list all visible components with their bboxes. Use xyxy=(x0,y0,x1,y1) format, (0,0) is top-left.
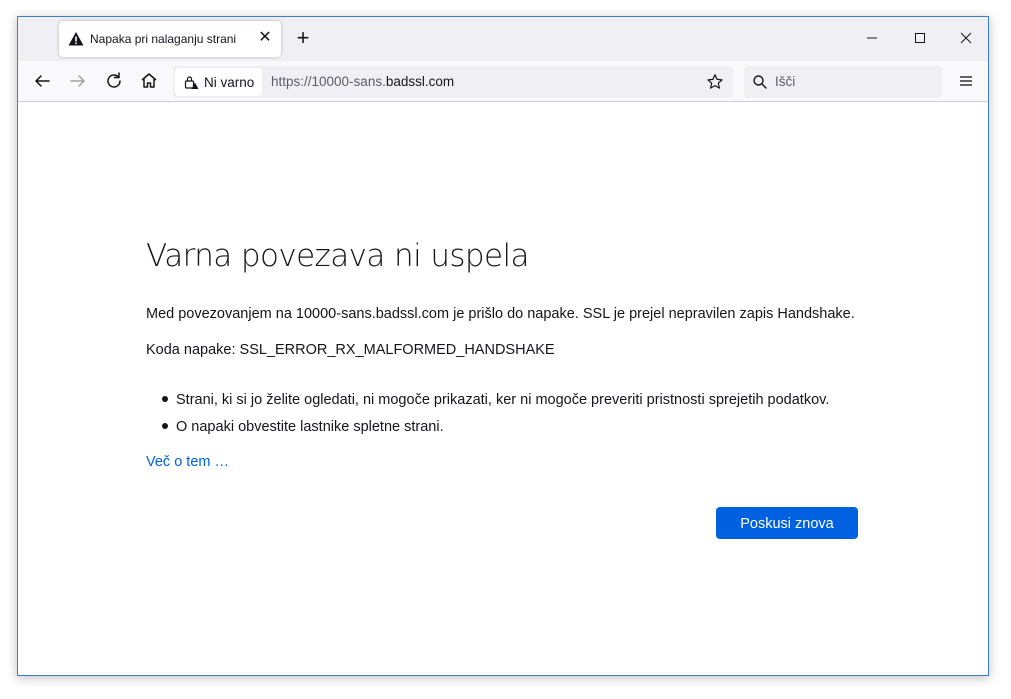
home-icon[interactable] xyxy=(137,69,161,93)
warning-icon xyxy=(68,32,84,46)
bullet-icon xyxy=(162,423,168,430)
url-host: badssl.com xyxy=(385,74,455,89)
forward-arrow-icon[interactable] xyxy=(66,69,90,93)
learn-more-link[interactable]: Več o tem … xyxy=(146,454,229,470)
search-placeholder: Išči xyxy=(775,74,796,89)
site-identity-button[interactable]: Ni varno xyxy=(175,68,262,96)
back-arrow-icon[interactable] xyxy=(30,69,54,93)
tab-strip: Napaka pri nalaganju strani ✕ + xyxy=(18,17,988,61)
list-item: O napaki obvestite lastnike spletne stra… xyxy=(146,419,444,435)
browser-window: Napaka pri nalaganju strani ✕ + Ni varno… xyxy=(17,16,989,676)
identity-label: Ni varno xyxy=(204,75,255,90)
bullet-icon xyxy=(162,396,168,403)
tab-title: Napaka pri nalaganju strani xyxy=(90,32,237,46)
new-tab-button[interactable]: + xyxy=(292,27,314,50)
reload-icon[interactable] xyxy=(102,69,126,93)
tab-active[interactable]: Napaka pri nalaganju strani ✕ xyxy=(59,21,281,57)
error-description: Med povezovanjem na 10000-sans.badssl.co… xyxy=(146,306,855,322)
search-icon xyxy=(753,75,767,89)
url-text[interactable]: https://10000-sans.badssl.com xyxy=(271,74,454,89)
list-item: Strani, ki si jo želite ogledati, ni mog… xyxy=(146,392,829,408)
error-page: Varna povezava ni uspela Med povezovanje… xyxy=(18,102,988,675)
list-item-text: Strani, ki si jo želite ogledati, ni mog… xyxy=(176,392,830,408)
minimize-icon[interactable] xyxy=(864,30,880,46)
url-prefix: https://10000-sans. xyxy=(271,74,386,89)
search-bar[interactable]: Išči xyxy=(744,66,942,98)
insecure-lock-icon xyxy=(184,76,199,89)
error-code: Koda napake: SSL_ERROR_RX_MALFORMED_HAND… xyxy=(146,342,555,358)
try-again-button[interactable]: Poskusi znova xyxy=(716,507,858,539)
url-bar[interactable]: Ni varno https://10000-sans.badssl.com xyxy=(173,66,733,98)
hamburger-menu-icon[interactable] xyxy=(956,71,976,91)
page-title: Varna povezava ni uspela xyxy=(146,238,530,274)
close-icon[interactable] xyxy=(958,30,974,46)
maximize-icon[interactable] xyxy=(912,30,928,46)
bookmark-star-icon[interactable] xyxy=(706,73,724,91)
list-item-text: O napaki obvestite lastnike spletne stra… xyxy=(176,419,444,435)
tab-close-icon[interactable]: ✕ xyxy=(255,28,275,48)
navigation-toolbar: Ni varno https://10000-sans.badssl.com I… xyxy=(18,61,988,102)
